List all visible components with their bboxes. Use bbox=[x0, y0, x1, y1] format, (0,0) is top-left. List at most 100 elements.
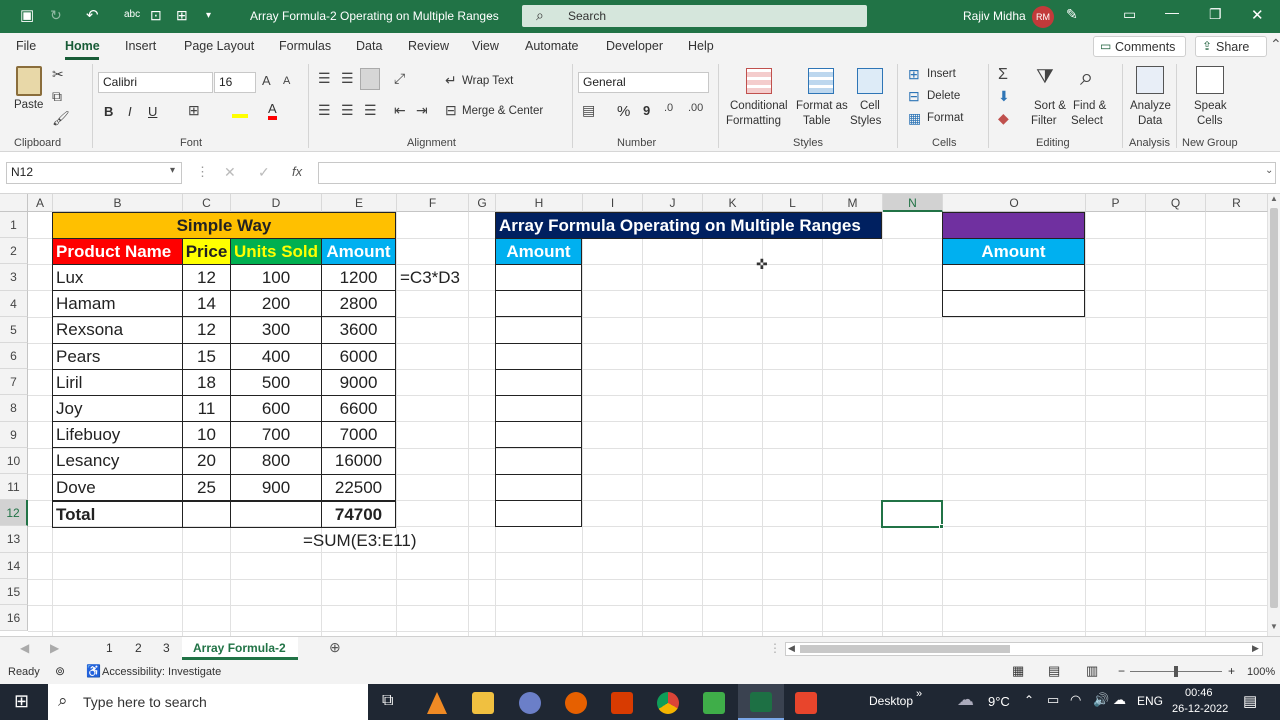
h-scroll-thumb[interactable] bbox=[800, 645, 1010, 653]
array-section-title[interactable]: Array Formula Operating on Multiple Rang… bbox=[495, 212, 882, 239]
amount-cell[interactable]: 6600 bbox=[321, 395, 396, 423]
excel-taskbar-button[interactable] bbox=[738, 684, 784, 720]
menu-data[interactable]: Data bbox=[356, 39, 382, 53]
array-amount-cell[interactable] bbox=[495, 316, 582, 344]
units-sold-cell[interactable]: 500 bbox=[230, 368, 322, 396]
fill-handle[interactable] bbox=[939, 524, 944, 529]
row-header-4[interactable]: 4 bbox=[0, 290, 28, 317]
prev-sheet-icon[interactable]: ◀ bbox=[20, 641, 29, 655]
array-amount-cell[interactable] bbox=[495, 290, 582, 318]
amount-cell[interactable]: 7000 bbox=[321, 421, 396, 449]
price-cell[interactable]: 14 bbox=[182, 290, 231, 318]
column-header-j[interactable]: J bbox=[643, 194, 703, 212]
row-header-14[interactable]: 14 bbox=[0, 552, 28, 579]
row-header-8[interactable]: 8 bbox=[0, 395, 28, 422]
network-icon[interactable]: ▭ bbox=[1047, 692, 1059, 708]
zoom-in-icon[interactable]: + bbox=[1228, 664, 1235, 678]
price-cell[interactable]: 10 bbox=[182, 421, 231, 449]
wrap-text-button[interactable]: Wrap Text bbox=[462, 75, 513, 87]
product-name-cell[interactable]: Dove bbox=[52, 473, 183, 501]
selected-cell-n12[interactable] bbox=[881, 500, 943, 528]
insert-cells-button[interactable]: Insert bbox=[927, 68, 956, 80]
restore-icon[interactable]: ❐ bbox=[1209, 6, 1222, 23]
clock-date[interactable]: 26-12-2022 bbox=[1172, 703, 1228, 715]
column-header-k[interactable]: K bbox=[703, 194, 763, 212]
units-sold-cell[interactable]: 100 bbox=[230, 264, 322, 292]
scroll-right-icon[interactable]: ▶ bbox=[1252, 643, 1259, 654]
insert-function-button[interactable]: fx bbox=[292, 164, 302, 179]
right-amount-header[interactable]: Amount bbox=[942, 238, 1085, 265]
close-icon[interactable]: ✕ bbox=[1251, 6, 1264, 24]
autosum-icon[interactable]: Σ bbox=[998, 66, 1008, 84]
conditional-formatting-label-2[interactable]: Formatting bbox=[726, 115, 781, 127]
cancel-icon[interactable]: ✕ bbox=[224, 164, 236, 181]
array-amount-cell[interactable] bbox=[495, 447, 582, 475]
row-header-6[interactable]: 6 bbox=[0, 343, 28, 370]
weather-icon[interactable]: ☁ bbox=[957, 690, 974, 710]
column-header-f[interactable]: F bbox=[397, 194, 469, 212]
copy-icon[interactable]: ⧉ bbox=[52, 88, 62, 105]
accessibility-status[interactable]: Accessibility: Investigate bbox=[102, 666, 221, 678]
align-right-icon[interactable]: ☰ bbox=[364, 102, 377, 119]
windows-start-icon[interactable]: ⊞ bbox=[14, 691, 29, 712]
decrease-font-icon[interactable]: A bbox=[283, 75, 290, 87]
price-cell[interactable]: 11 bbox=[182, 395, 231, 423]
amount-cell[interactable]: 16000 bbox=[321, 447, 396, 475]
array-amount-cell[interactable] bbox=[495, 499, 582, 527]
total-amount-cell[interactable]: 74700 bbox=[321, 501, 396, 528]
format-painter-icon[interactable]: 🖌 bbox=[52, 110, 70, 127]
row-header-1[interactable]: 1 bbox=[0, 212, 28, 239]
pen-icon[interactable]: ✎ bbox=[1066, 6, 1078, 23]
comments-button[interactable]: ▭ Comments bbox=[1093, 36, 1186, 57]
align-top-icon[interactable]: ☰ bbox=[318, 70, 331, 87]
conditional-formatting-label-1[interactable]: Conditional bbox=[730, 100, 788, 112]
enter-icon[interactable]: ✓ bbox=[258, 164, 270, 181]
format-cells-button[interactable]: Format bbox=[927, 112, 963, 124]
wifi-icon[interactable]: ◠ bbox=[1070, 692, 1081, 708]
amount-cell[interactable]: 9000 bbox=[321, 368, 396, 396]
speak-cells-label-1[interactable]: Speak bbox=[1194, 100, 1227, 112]
orientation-icon[interactable]: ⤢ bbox=[394, 70, 405, 87]
scroll-thumb[interactable] bbox=[1270, 208, 1278, 608]
total-label-cell[interactable]: Total bbox=[52, 501, 183, 528]
array-amount-cell[interactable] bbox=[495, 473, 582, 501]
customize-toolbar-icon[interactable]: ▾ bbox=[206, 10, 211, 21]
fill-color-icon[interactable] bbox=[232, 104, 248, 118]
format-as-table-label-1[interactable]: Format as bbox=[796, 100, 848, 112]
formula-input[interactable] bbox=[318, 162, 1276, 184]
column-header-a[interactable]: A bbox=[28, 194, 53, 212]
units-sold-cell[interactable]: 400 bbox=[230, 342, 322, 370]
column-header-l[interactable]: L bbox=[763, 194, 823, 212]
search-box[interactable]: ⌕ Search bbox=[522, 5, 867, 27]
expand-formula-icon[interactable]: ⌄ bbox=[1265, 165, 1273, 176]
row-header-10[interactable]: 10 bbox=[0, 447, 28, 474]
save-icon[interactable]: ▣ bbox=[20, 6, 34, 24]
formula-note-c3-d3[interactable]: =C3*D3 bbox=[400, 265, 460, 291]
find-select-label-1[interactable]: Find & bbox=[1073, 100, 1106, 112]
row-header-13[interactable]: 13 bbox=[0, 526, 28, 553]
toolbar-chevron-icon[interactable]: » bbox=[916, 688, 922, 700]
align-bottom-button[interactable] bbox=[360, 68, 380, 90]
units-sold-cell[interactable]: 300 bbox=[230, 316, 322, 344]
title-chevron-icon[interactable]: ⌄ bbox=[486, 10, 494, 21]
workbook-title[interactable]: Array Formula-2 Operating on Multiple Ra… bbox=[250, 9, 499, 23]
product-name-cell[interactable]: Hamam bbox=[52, 290, 183, 318]
underline-button[interactable]: U bbox=[148, 104, 157, 119]
amount-cell[interactable]: 22500 bbox=[321, 473, 396, 501]
user-name[interactable]: Rajiv Midha bbox=[963, 9, 1026, 23]
align-middle-icon[interactable]: ☰ bbox=[341, 70, 354, 87]
delete-cells-button[interactable]: Delete bbox=[927, 90, 960, 102]
sheet-tab-2[interactable]: 2 bbox=[135, 641, 142, 655]
onedrive-icon[interactable]: ☁ bbox=[1113, 692, 1126, 708]
name-box-dropdown-icon[interactable]: ▾ bbox=[170, 165, 175, 176]
menu-developer[interactable]: Developer bbox=[606, 39, 663, 53]
spreadsheet-grid[interactable]: ABCDEFGHIJKLMNOPQR 1 2 3 4 5 6 7 8 9 10 11 12 13 14 15… bbox=[0, 194, 1268, 636]
purple-title-cell[interactable] bbox=[942, 212, 1085, 239]
array-amount-cell[interactable] bbox=[495, 395, 582, 423]
camtasia-icon[interactable] bbox=[703, 692, 725, 714]
array-amount-cell[interactable] bbox=[495, 342, 582, 370]
firefox-icon[interactable] bbox=[565, 692, 587, 714]
avatar[interactable]: RM bbox=[1032, 6, 1054, 28]
paste-icon[interactable] bbox=[16, 66, 42, 96]
menu-help[interactable]: Help bbox=[688, 39, 714, 53]
